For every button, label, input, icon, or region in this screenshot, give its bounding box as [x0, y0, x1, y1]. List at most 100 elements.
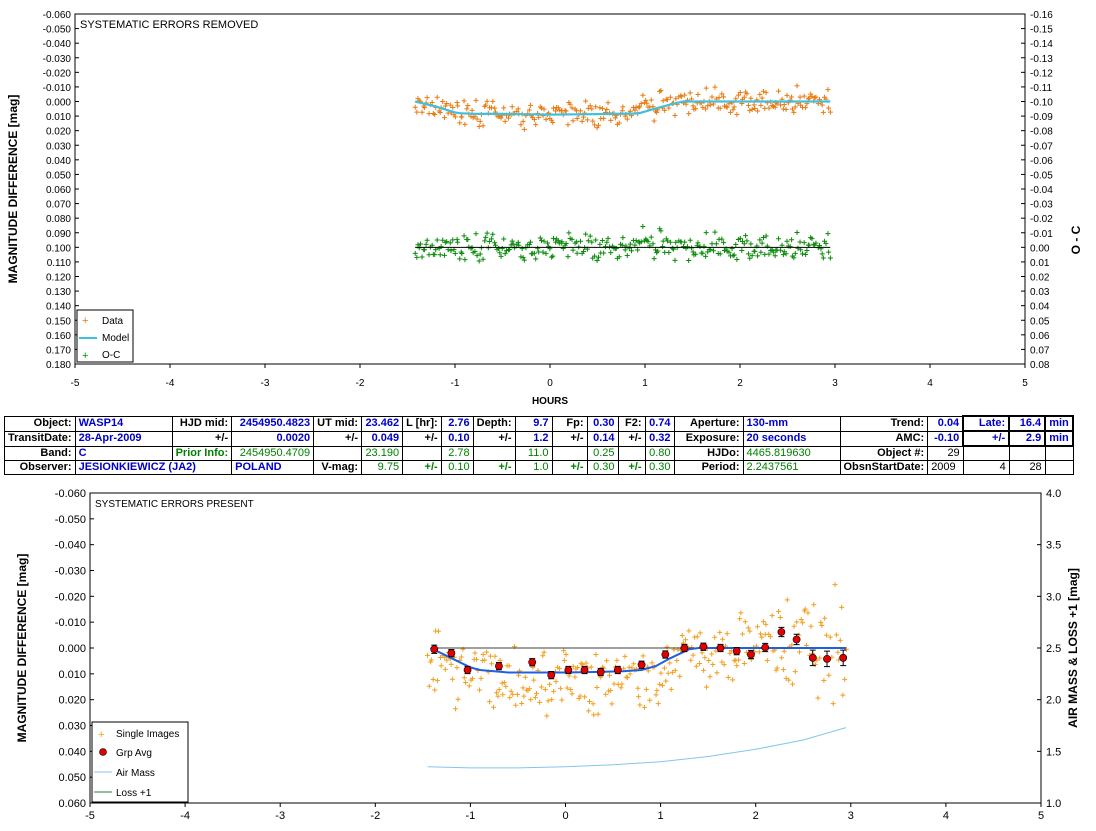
table-row: Object: WASP14 HJD mid: 2454950.4823 UT …: [4, 415, 1075, 432]
y2-tick-label: -0.05: [1030, 170, 1053, 181]
cell: 16.4: [1008, 415, 1047, 432]
x-tick-label: -3: [261, 378, 270, 389]
top-y2-label: O - C: [1069, 225, 1083, 254]
cell: +/-: [171, 430, 233, 447]
y-tick-label: 0.060: [58, 798, 86, 810]
y2-tick-label: -0.11: [1030, 83, 1052, 94]
y-tick-label: -0.050: [55, 514, 86, 526]
y2-tick-label: -0.16: [1030, 10, 1053, 21]
cell: [313, 445, 363, 461]
cell: 0.14: [586, 430, 619, 447]
bottom-legend-grp-marker: [99, 748, 107, 756]
cell: 29: [927, 445, 964, 461]
y-tick-label: -0.040: [43, 39, 72, 50]
top-corner-title: SYSTEMATIC ERRORS REMOVED: [80, 19, 258, 31]
grp-avg-point: [699, 642, 708, 651]
y-tick-label: 0.150: [46, 316, 71, 327]
y-tick-label: 0.170: [46, 345, 71, 356]
y2-tick-label: -0.10: [1030, 98, 1053, 109]
cell: ObsnStartDate:: [839, 460, 929, 475]
x-tick-label: -5: [85, 810, 95, 822]
y-tick-label: 0.050: [58, 772, 86, 784]
x-tick-label: -2: [356, 378, 365, 389]
cell: POLAND: [231, 460, 315, 475]
y2-tick-label: 0.07: [1030, 345, 1050, 356]
x-tick-label: 2: [737, 378, 743, 389]
top-legend-oc-marker: +: [82, 350, 88, 362]
bottom-chart: SYSTEMATIC ERRORS PRESENT -0.060-0.050-0…: [15, 488, 1080, 822]
cell: 20 seconds: [742, 430, 841, 447]
x-tick-label: -4: [166, 378, 175, 389]
cell: C: [74, 445, 173, 461]
x-tick-label: -3: [275, 810, 285, 822]
y-tick-label: 0.040: [46, 156, 71, 167]
y2-tick-label: 0.02: [1030, 273, 1050, 284]
cell: 1.2: [514, 430, 553, 447]
cell: HJDo:: [673, 445, 744, 461]
cell: +/-: [402, 430, 442, 447]
top-plot-frame: [74, 13, 1026, 365]
y2-tick-label: 2.5: [1046, 643, 1061, 655]
cell: [962, 445, 1010, 461]
bottom-y-axis: -0.060 -0.050 -0.040 -0.030 -0.020 -0.010 0.00…: [55, 488, 94, 810]
y2-tick-label: -0.06: [1030, 156, 1053, 167]
cell: +/-: [472, 430, 516, 447]
y-tick-label: 0.140: [46, 302, 71, 313]
bottom-x-axis: -5 -4 -3 -2 -1 0 1 2 3 4 5: [85, 803, 1044, 822]
y2-tick-label: 0.04: [1030, 302, 1050, 313]
y-tick-label: -0.060: [43, 10, 72, 21]
y2-tick-label: -0.12: [1030, 68, 1053, 79]
y2-tick-label: -0.15: [1030, 25, 1053, 36]
cell: 1.0: [514, 460, 553, 475]
top-legend: + Data Model + O-C: [76, 309, 134, 363]
cell: +/-: [551, 460, 588, 475]
bottom-y-label: MAGNITUDE DIFFERENCE [mag]: [15, 554, 29, 743]
x-tick-label: -4: [180, 810, 190, 822]
x-tick-label: 2: [753, 810, 759, 822]
cell: +/-: [472, 460, 516, 475]
y2-tick-label: 4.0: [1046, 488, 1061, 500]
y2-tick-label: 0.03: [1030, 287, 1050, 298]
cell: 2.78: [440, 445, 474, 461]
y-tick-label: -0.030: [43, 54, 72, 65]
x-tick-label: -1: [451, 378, 460, 389]
grp-avg-point: [528, 658, 537, 667]
grp-avg-point: [777, 628, 786, 636]
grp-avg-point: [564, 666, 573, 674]
cell: 0.10: [440, 460, 474, 475]
table-row: TransitDate: 28-Apr-2009 +/- 0.0020 +/- …: [4, 430, 1075, 447]
y-tick-label: 0.080: [46, 214, 71, 225]
y2-tick-label: -0.14: [1030, 39, 1053, 50]
cell: Exposure:: [673, 430, 744, 447]
y-tick-label: 0.070: [46, 200, 71, 211]
top-y-axis: -0.060 -0.050 -0.040 -0.030 -0.020 -0.010 0.00…: [43, 10, 79, 371]
grp-avg-point: [447, 649, 456, 658]
top-legend-model: Model: [102, 333, 129, 344]
x-tick-label: -1: [466, 810, 476, 822]
top-legend-data: Data: [102, 316, 124, 327]
cell: 0.30: [644, 460, 675, 475]
grp-avg-point: [463, 666, 472, 674]
y2-tick-label: -0.04: [1030, 185, 1053, 196]
x-tick-label: 3: [832, 378, 838, 389]
top-y2-axis: -0.16 -0.15 -0.14 -0.13 -0.12 -0.11 -0.10 -0.09…: [1021, 10, 1053, 371]
y2-tick-label: 3.0: [1046, 591, 1061, 603]
y-tick-label: -0.020: [43, 68, 72, 79]
cell: TransitDate:: [4, 430, 76, 447]
y-tick-label: 0.050: [46, 170, 71, 181]
y2-tick-label: 2.0: [1046, 695, 1061, 707]
grp-avg-point: [747, 650, 755, 659]
y-tick-label: 0.180: [46, 360, 71, 371]
y-tick-label: -0.030: [55, 566, 86, 578]
cell: UT mid:: [313, 415, 363, 432]
cell: 2.76: [440, 415, 474, 432]
y2-tick-label: 1.0: [1046, 798, 1061, 810]
grp-avg-point: [792, 635, 801, 644]
grp-avg-point: [430, 645, 439, 654]
table-row: Observer: JESIONKIEWICZ (JA2) POLAND V-m…: [4, 460, 1074, 475]
y2-tick-label: 1.5: [1046, 746, 1061, 758]
cell: Object #:: [839, 445, 929, 461]
cell: 28-Apr-2009: [74, 430, 173, 447]
cell: Trend:: [839, 415, 929, 432]
grp-avg-point: [613, 666, 622, 674]
